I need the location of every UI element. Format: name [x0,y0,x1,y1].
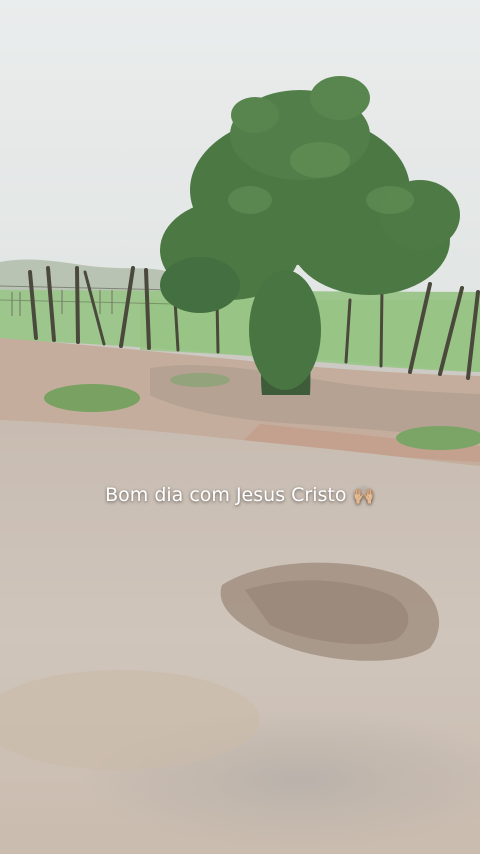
video-frame: Bom dia com Jesus Cristo 🙌🏼 [0,0,480,854]
raised-hands-emoji-icon: 🙌🏼 [352,485,375,506]
rainy-farm-scene [0,0,480,854]
caption-text: Bom dia com Jesus Cristo [105,484,347,506]
caption: Bom dia com Jesus Cristo 🙌🏼 [0,484,480,506]
